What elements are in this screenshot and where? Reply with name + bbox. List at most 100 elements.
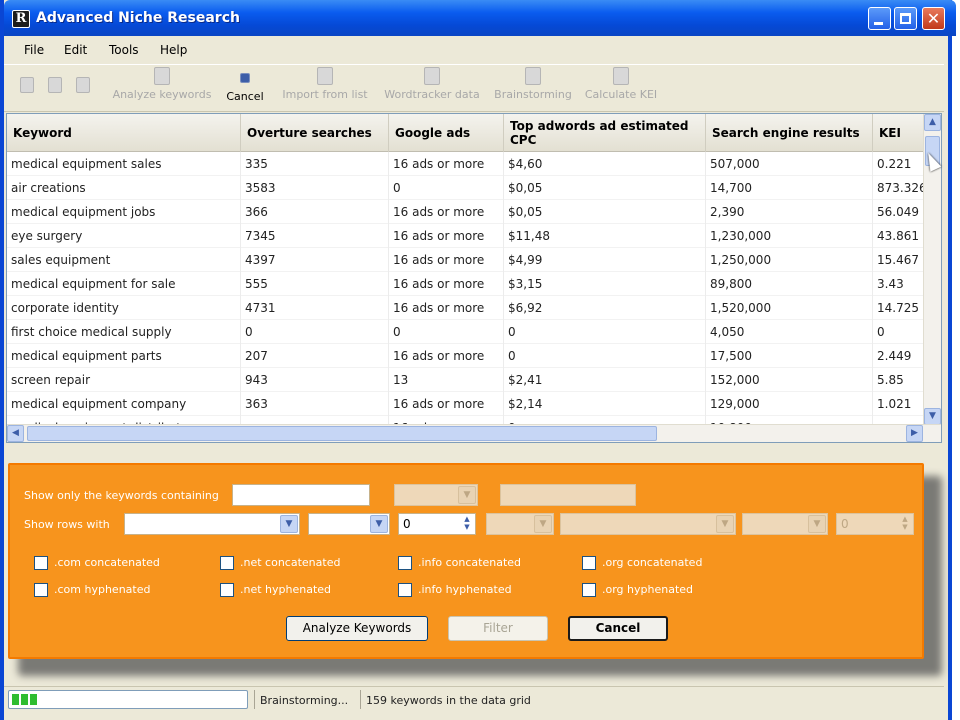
table-row[interactable]: screen repair 943 13 $2,41 152,000 5.85 [7,368,925,392]
title-bar[interactable]: R Advanced Niche Research ✕ [4,0,956,36]
minimize-button[interactable] [868,7,891,30]
keyword-contains-input[interactable] [232,484,370,506]
menu-edit[interactable]: Edit [64,43,87,57]
cell-keyword: corporate identity [7,296,241,320]
spinner-arrows-icon[interactable]: ▲ ▼ [898,515,912,533]
horizontal-scroll-thumb[interactable] [27,426,657,441]
second-column-select[interactable]: ▼ [560,513,736,535]
table-row[interactable]: medical equipment sales 335 16 ads or mo… [7,152,925,176]
save-file-button[interactable] [76,77,90,96]
chevron-down-icon: ▼ [808,515,826,533]
checkbox-box[interactable] [398,556,412,570]
column-header-overture[interactable]: Overture searches [241,114,389,152]
second-operator-select[interactable]: ▼ [742,513,828,535]
column-header-cpc[interactable]: Top adwords ad estimated CPC [504,114,706,152]
cancel-tool[interactable]: Cancel [224,67,266,103]
table-row[interactable]: air creations 3583 0 $0,05 14,700 873.32… [7,176,925,200]
import-list-label: Import from list [282,88,368,101]
cancel-button[interactable]: Cancel [568,616,668,641]
second-value-stepper[interactable]: 0 ▲ ▼ [836,513,914,535]
cell-keyword: medical equipment company [7,392,241,416]
cell-keyword: screen repair [7,368,241,392]
scroll-left-arrow-icon[interactable]: ◀ [7,425,24,442]
close-button[interactable]: ✕ [922,7,945,30]
window-title: Advanced Niche Research [36,10,240,26]
column-header-kei[interactable]: KEI [873,114,925,152]
table-row[interactable]: corporate identity 4731 16 ads or more $… [7,296,925,320]
chevron-down-icon: ▼ [534,515,552,533]
chevron-down-icon: ▼ [716,515,734,533]
app-logo-icon: R [12,10,30,28]
checkbox-box[interactable] [220,583,234,597]
checkbox-label: .com hyphenated [54,583,151,596]
spinner-arrows-icon[interactable]: ▲ ▼ [460,515,474,533]
column-header-keyword[interactable]: Keyword [7,114,241,152]
maximize-button[interactable] [894,7,917,30]
cell-google-ads: 13 [389,368,504,392]
cell-cpc: $2,41 [504,368,706,392]
scroll-down-arrow-icon[interactable]: ▼ [924,408,941,425]
checkbox-box[interactable] [582,556,596,570]
scroll-right-arrow-icon[interactable]: ▶ [906,425,923,442]
cell-kei: 43.861 [873,224,925,248]
scroll-up-arrow-icon[interactable]: ▲ [924,114,941,131]
table-row[interactable]: eye surgery 7345 16 ads or more $11,48 1… [7,224,925,248]
checkbox-box[interactable] [582,583,596,597]
checkbox-box[interactable] [398,583,412,597]
analyze-keywords-tool[interactable]: Analyze keywords [108,67,216,101]
close-icon: ✕ [926,9,941,28]
cell-search-results: 129,000 [706,392,873,416]
calculate-kei-tool[interactable]: Calculate KEI [580,67,662,101]
menu-help[interactable]: Help [160,43,187,57]
new-file-button[interactable] [20,77,34,96]
cell-search-results: 17,500 [706,344,873,368]
analyze-keywords-button[interactable]: Analyze Keywords [286,616,428,641]
save-icon [76,77,90,93]
cell-google-ads: 16 ads or more [389,392,504,416]
cell-kei: 14.725 [873,296,925,320]
cell-keyword: medical equipment jobs [7,200,241,224]
cell-search-results: 14,700 [706,176,873,200]
cell-google-ads: 16 ads or more [389,152,504,176]
cell-google-ads: 16 ads or more [389,296,504,320]
cell-cpc: $2,14 [504,392,706,416]
checkbox-box[interactable] [220,556,234,570]
table-row[interactable]: medical equipment jobs 366 16 ads or mor… [7,200,925,224]
table-row[interactable]: medical equipment parts 207 16 ads or mo… [7,344,925,368]
cell-kei: 56.049 [873,200,925,224]
open-file-button[interactable] [48,77,62,96]
horizontal-scrollbar[interactable]: ◀ ▶ [7,424,941,442]
contains-mode-select[interactable]: ▼ [394,484,478,506]
cell-kei: 0 [873,320,925,344]
cell-overture: 943 [241,368,389,392]
column-header-search-results[interactable]: Search engine results [706,114,873,152]
logic-select[interactable]: ▼ [486,513,554,535]
table-row[interactable]: sales equipment 4397 16 ads or more $4,9… [7,248,925,272]
column-select[interactable]: ▼ [124,513,300,535]
cell-google-ads: 16 ads or more [389,200,504,224]
status-count-text: 159 keywords in the data grid [366,694,531,707]
checkbox-box[interactable] [34,583,48,597]
checkbox-box[interactable] [34,556,48,570]
column-header-google-ads[interactable]: Google ads [389,114,504,152]
import-list-tool[interactable]: Import from list [276,67,374,101]
table-row[interactable]: first choice medical supply 0 0 0 4,050 … [7,320,925,344]
progress-chunk [12,694,19,705]
operator-select[interactable]: ▼ [308,513,390,535]
value-stepper[interactable]: 0 ▲ ▼ [398,513,476,535]
table-row[interactable]: medical equipment company 363 16 ads or … [7,392,925,416]
brainstorming-tool[interactable]: Brainstorming [490,67,576,101]
menu-file[interactable]: File [24,43,44,57]
cell-search-results: 4,050 [706,320,873,344]
keyword-data-grid[interactable]: Keyword Overture searches Google ads Top… [6,113,942,443]
filter-button[interactable]: Filter [448,616,548,641]
cell-cpc: $11,48 [504,224,706,248]
calculator-icon [613,67,629,85]
table-row[interactable]: medical equipment for sale 555 16 ads or… [7,272,925,296]
menu-tools[interactable]: Tools [109,43,139,57]
contains-extra-input[interactable] [500,484,636,506]
cell-search-results: 89,800 [706,272,873,296]
stop-icon [240,73,250,83]
wordtracker-tool[interactable]: Wordtracker data [378,67,486,101]
cell-google-ads: 16 ads or more [389,272,504,296]
